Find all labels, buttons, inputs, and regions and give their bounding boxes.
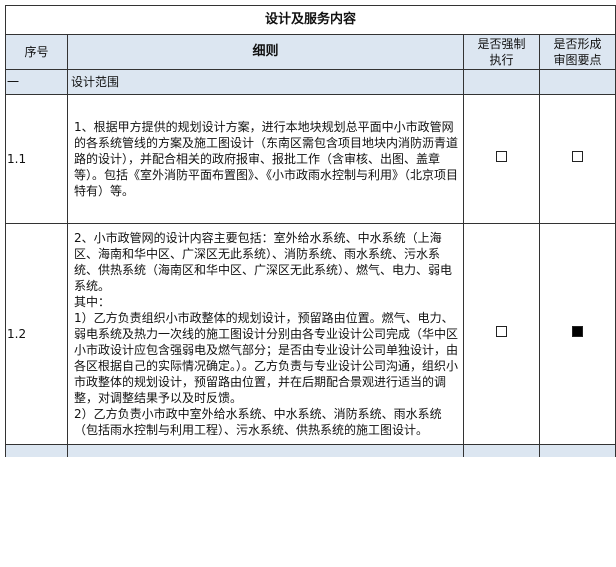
row-detail-text: 1、根据甲方提供的规划设计方案，进行本地块规划总平面中小市政管网的各系统管线的方… [74, 120, 459, 198]
header-no: 序号 [5, 34, 68, 70]
mandatory-checkbox[interactable] [496, 326, 507, 337]
next-row-partial [5, 444, 616, 457]
section-empty-cell [463, 69, 540, 95]
partial-cell [5, 444, 68, 457]
mandatory-checkbox[interactable] [496, 151, 507, 162]
row-detail: 1、根据甲方提供的规划设计方案，进行本地块规划总平面中小市政管网的各系统管线的方… [67, 94, 464, 224]
mandatory-cell [463, 94, 540, 224]
table-title: 设计及服务内容 [4, 5, 616, 35]
mandatory-cell [463, 223, 540, 445]
review-cell [538, 94, 616, 224]
partial-cell [463, 444, 540, 457]
header-review: 是否形成 审图要点 [538, 34, 616, 70]
section-empty-cell [538, 69, 616, 95]
header-mandatory-label: 是否强制 执行 [477, 37, 526, 67]
section-row: 一 设计范围 [5, 69, 616, 95]
partial-cell [538, 444, 616, 457]
title-row: 设计及服务内容 [4, 5, 616, 35]
review-checkbox[interactable] [572, 326, 583, 337]
header-row: 序号 细则 是否强制 执行 是否形成 审图要点 [5, 34, 616, 70]
design-service-table: 设计及服务内容 序号 细则 是否强制 执行 是否形成 审图要点 一 设计范围 1… [4, 5, 616, 457]
section-label: 设计范围 [67, 69, 464, 95]
review-checkbox[interactable] [572, 151, 583, 162]
row-no: 1.1 [5, 94, 68, 224]
row-detail-text: 2、小市政管网的设计内容主要包括：室外给水系统、中水系统（上海区、海南和华中区、… [74, 231, 459, 437]
table-row: 1.2 2、小市政管网的设计内容主要包括：室外给水系统、中水系统（上海区、海南和… [5, 223, 616, 445]
header-mandatory: 是否强制 执行 [463, 34, 540, 70]
row-no: 1.2 [5, 223, 68, 445]
row-detail: 2、小市政管网的设计内容主要包括：室外给水系统、中水系统（上海区、海南和华中区、… [67, 223, 464, 445]
review-cell [538, 223, 616, 445]
header-detail: 细则 [67, 34, 464, 70]
table-row: 1.1 1、根据甲方提供的规划设计方案，进行本地块规划总平面中小市政管网的各系统… [5, 94, 616, 224]
section-no: 一 [5, 69, 68, 95]
header-review-label: 是否形成 审图要点 [553, 37, 602, 67]
partial-cell [67, 444, 464, 457]
document-table-wrapper: 设计及服务内容 序号 细则 是否强制 执行 是否形成 审图要点 一 设计范围 1… [4, 5, 616, 457]
